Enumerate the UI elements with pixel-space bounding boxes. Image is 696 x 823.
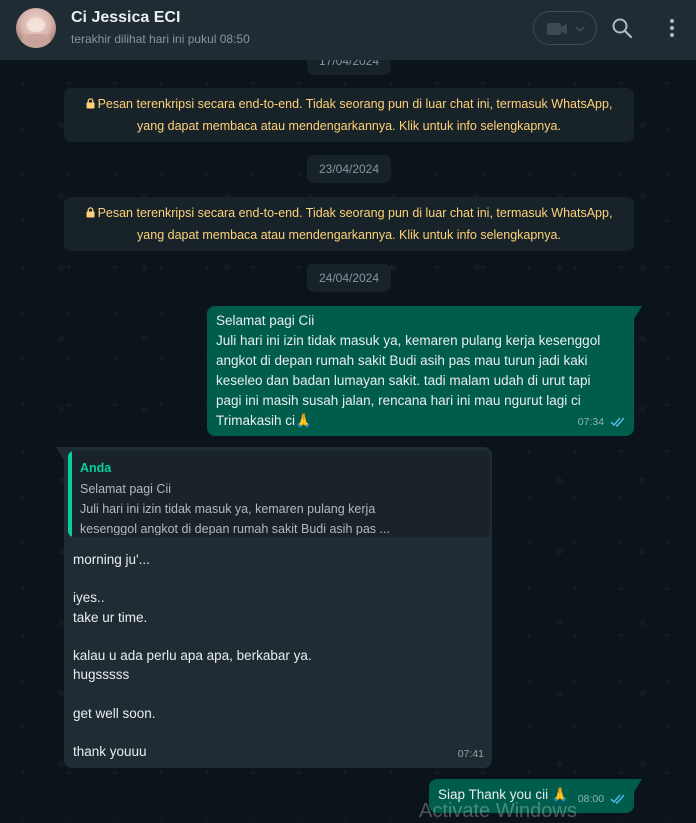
quote-text: Selamat pagi Cii Juli hari ini izin tida… — [80, 482, 390, 535]
quote-accent-bar — [68, 451, 72, 537]
message-meta: 08:00 — [578, 789, 626, 809]
encryption-notice-line2: yang dapat membaca atau mendengarkannya.… — [137, 119, 561, 133]
search-icon[interactable] — [610, 16, 634, 40]
bubble-tail — [634, 779, 642, 792]
bubble-tail — [56, 447, 64, 460]
avatar[interactable] — [16, 8, 56, 48]
encryption-notice[interactable]: Pesan terenkripsi secara end-to-end. Tid… — [64, 197, 634, 251]
chat-panel[interactable]: 17/04/2024 Pesan terenkripsi secara end-… — [0, 60, 696, 819]
double-check-icon — [610, 417, 625, 428]
chevron-down-icon — [575, 26, 585, 33]
encryption-notice[interactable]: Pesan terenkripsi secara end-to-end. Tid… — [64, 88, 634, 142]
lock-icon — [86, 98, 95, 109]
activate-windows-watermark: Activate Windows — [419, 800, 577, 822]
double-check-icon — [610, 794, 625, 805]
avatar-face — [27, 18, 45, 32]
avatar-body — [21, 34, 51, 48]
message-time: 08:00 — [577, 793, 605, 805]
encryption-notice-line1: Pesan terenkripsi secara end-to-end. Tid… — [97, 97, 613, 111]
date-chip: 24/04/2024 — [306, 264, 392, 292]
message-time: 07:41 — [457, 748, 484, 760]
lock-icon — [86, 207, 95, 218]
quoted-message[interactable]: Anda Selamat pagi Cii Juli hari ini izin… — [68, 451, 490, 537]
date-chip: 17/04/2024 — [306, 60, 392, 75]
video-call-icon — [547, 23, 567, 35]
quote-author: Anda — [80, 461, 112, 475]
encryption-notice-line1: Pesan terenkripsi secara end-to-end. Tid… — [97, 206, 613, 220]
chat-header[interactable]: Ci Jessica ECI terakhir dilihat hari ini… — [0, 0, 696, 60]
message-outgoing[interactable]: Selamat pagi Cii Juli hari ini izin tida… — [207, 306, 642, 436]
message-meta: 07:34 — [578, 412, 626, 432]
message-meta: 07:41 — [458, 744, 484, 764]
message-time: 07:34 — [577, 416, 605, 428]
menu-icon[interactable] — [662, 16, 682, 40]
date-chip: 23/04/2024 — [306, 155, 392, 183]
last-seen-status: terakhir dilihat hari ini pukul 08:50 — [71, 32, 250, 46]
message-text: morning ju'... iyes.. take ur time. kala… — [73, 552, 312, 760]
message-incoming[interactable]: Anda Selamat pagi Cii Juli hari ini izin… — [56, 447, 492, 768]
bubble-tail — [634, 306, 642, 319]
contact-name[interactable]: Ci Jessica ECI — [71, 9, 180, 27]
encryption-notice-line2: yang dapat membaca atau mendengarkannya.… — [137, 228, 561, 242]
video-call-button[interactable] — [533, 11, 597, 45]
message-text: Selamat pagi Cii Juli hari ini izin tida… — [216, 313, 601, 428]
